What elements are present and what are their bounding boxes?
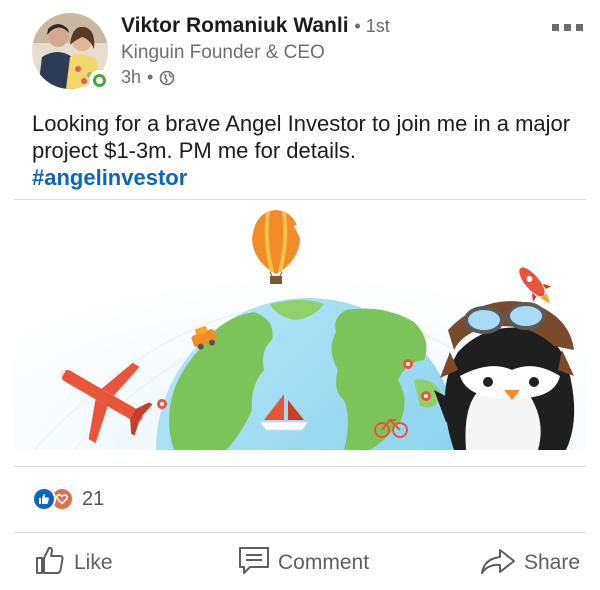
like-button[interactable]: Like [34, 540, 113, 586]
like-reaction-icon [32, 487, 56, 511]
connection-degree: • 1st [354, 16, 390, 36]
comment-label: Comment [278, 551, 370, 574]
author-headline: Kinguin Founder & CEO [121, 42, 325, 63]
author-avatar-container[interactable] [32, 13, 109, 90]
comment-button[interactable]: Comment [238, 540, 369, 586]
location-pin-graphic [421, 391, 431, 401]
reactions-summary[interactable]: 21 [32, 486, 104, 512]
post-image[interactable] [14, 200, 586, 450]
post-body: Looking for a brave Angel Investor to jo… [32, 110, 572, 191]
comment-icon [238, 545, 270, 581]
penguin-mascot-graphic [434, 301, 575, 450]
post-header: Viktor Romaniuk Wanli • 1st Kinguin Foun… [0, 0, 600, 100]
share-arrow-icon [480, 545, 516, 581]
author-name[interactable]: Viktor Romaniuk Wanli [121, 14, 349, 37]
divider [14, 466, 586, 467]
author-name-line[interactable]: Viktor Romaniuk Wanli • 1st [121, 14, 390, 38]
reaction-count[interactable]: 21 [82, 488, 104, 511]
share-label: Share [524, 551, 581, 574]
location-pin-graphic [403, 359, 413, 369]
divider [14, 532, 586, 533]
like-label: Like [74, 551, 113, 574]
globe-icon [159, 70, 175, 86]
author-info: Viktor Romaniuk Wanli • 1st Kinguin Foun… [121, 14, 390, 88]
post-text: Looking for a brave Angel Investor to jo… [32, 111, 571, 163]
hashtag-link[interactable]: #angelinvestor [32, 164, 572, 191]
meta-separator: • [147, 67, 154, 87]
post-time: 3h [121, 67, 142, 87]
post-meta: 3h • [121, 67, 390, 88]
more-options-icon[interactable] [552, 24, 586, 36]
share-button[interactable]: Share [480, 540, 580, 586]
thumbs-up-icon [34, 544, 66, 582]
online-status-indicator [89, 70, 109, 90]
post-actions-bar: Like Comment Share [0, 540, 600, 586]
location-pin-graphic [157, 399, 167, 409]
